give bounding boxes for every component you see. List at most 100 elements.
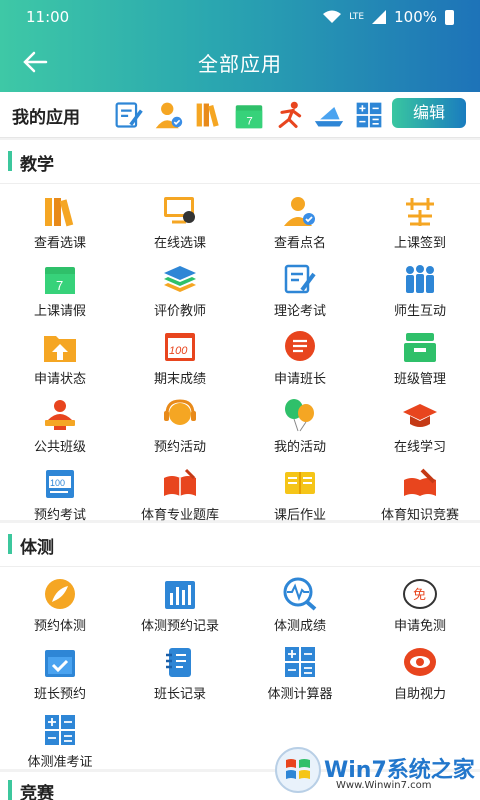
app-grid: 查看选课 在线选课 查看点名 上课签到 7 上课请假 评价教师 理论考试 师生互 xyxy=(0,184,480,530)
section-accent-bar xyxy=(8,534,12,554)
app-label: 体育专业题库 xyxy=(140,508,219,523)
app-label: 师生互动 xyxy=(393,304,446,319)
group-icon xyxy=(406,265,434,293)
upload-folder-icon xyxy=(44,336,76,362)
section-teaching: 教学 查看选课 在线选课 查看点名 上课签到 7 上课请假 评价教师 理论考试 xyxy=(0,140,480,523)
watermark: Win7系统之家 Www.Winwin7.com xyxy=(274,746,475,796)
windows-logo-icon xyxy=(275,747,321,793)
ship-icon[interactable] xyxy=(312,100,346,130)
app-fitness-booking-records[interactable]: 体测预约记录 xyxy=(120,573,240,641)
lecturer-icon xyxy=(45,400,75,430)
app-fitness-calculator[interactable]: 体测计算器 xyxy=(240,641,360,709)
app-book-activity[interactable]: 预约活动 xyxy=(120,394,240,462)
app-label: 体育知识竞赛 xyxy=(380,508,459,523)
app-label: 上课请假 xyxy=(33,304,86,319)
app-label: 体测成绩 xyxy=(273,619,326,634)
app-label: 申请免测 xyxy=(393,619,446,634)
app-label: 在线学习 xyxy=(393,440,446,455)
notebook-icon xyxy=(285,472,315,494)
app-my-activities[interactable]: 我的活动 xyxy=(240,394,360,462)
app-label: 体测准考证 xyxy=(27,755,93,770)
app-self-vision-test[interactable]: 自助视力 xyxy=(360,641,480,709)
pulse-search-icon xyxy=(283,577,317,611)
app-monitor-booking[interactable]: 班长预约 xyxy=(0,641,120,709)
calendar-7-icon[interactable]: 7 xyxy=(232,100,266,130)
app-online-learning[interactable]: 在线学习 xyxy=(360,394,480,462)
network-label: LTE xyxy=(349,12,365,22)
app-label: 公共班级 xyxy=(33,440,86,455)
layers-icon xyxy=(164,266,196,292)
app-label: 查看选课 xyxy=(33,236,86,251)
app-label: 上课签到 xyxy=(393,236,446,251)
app-pe-question-bank[interactable]: 体育专业题库 xyxy=(120,462,240,530)
book-pen-icon xyxy=(404,468,436,496)
section-header: 教学 xyxy=(0,140,480,184)
app-label: 课后作业 xyxy=(273,508,326,523)
app-fitness-admission-ticket[interactable]: 体测准考证 xyxy=(0,709,120,777)
app-label: 体测预约记录 xyxy=(140,619,219,634)
section-header: 体测 xyxy=(0,523,480,567)
runner-icon[interactable] xyxy=(272,100,306,130)
screen-icon xyxy=(164,197,195,224)
books-icon[interactable] xyxy=(192,100,226,130)
edit-button[interactable]: 编辑 xyxy=(392,98,466,128)
app-theory-exam[interactable]: 理论考试 xyxy=(240,258,360,326)
app-monitor-records[interactable]: 班长记录 xyxy=(120,641,240,709)
app-label: 在线选课 xyxy=(153,236,206,251)
my-apps-icons: 7 xyxy=(112,100,386,130)
app-apply-monitor[interactable]: 申请班长 xyxy=(240,326,360,394)
page-title: 全部应用 xyxy=(198,52,282,76)
drawer-icon xyxy=(404,333,436,362)
user-check-icon[interactable] xyxy=(152,100,186,130)
section-title: 体测 xyxy=(20,538,54,558)
app-view-courses[interactable]: 查看选课 xyxy=(0,190,120,258)
app-view-roll-call[interactable]: 查看点名 xyxy=(240,190,360,258)
app-class-management[interactable]: 班级管理 xyxy=(360,326,480,394)
app-application-status[interactable]: 申请状态 xyxy=(0,326,120,394)
app-label: 预约考试 xyxy=(33,508,86,523)
svg-text:100: 100 xyxy=(50,478,65,488)
eye-icon xyxy=(404,648,436,676)
battery-icon xyxy=(445,9,454,25)
books-icon xyxy=(45,198,74,227)
app-final-grades[interactable]: 100 期末成绩 xyxy=(120,326,240,394)
app-book-exam[interactable]: 100 预约考试 xyxy=(0,462,120,530)
sign-icon xyxy=(406,198,434,226)
watermark-url: Www.Winwin7.com xyxy=(336,780,432,791)
status-bar: 11:00 LTE 100% xyxy=(0,0,480,34)
app-class-check-in[interactable]: 上课签到 xyxy=(360,190,480,258)
user-check-icon xyxy=(284,197,315,226)
app-label: 查看点名 xyxy=(273,236,326,251)
app-label: 自助视力 xyxy=(393,687,446,702)
svg-text:100: 100 xyxy=(169,345,188,357)
app-label: 理论考试 xyxy=(273,304,326,319)
app-homework[interactable]: 课后作业 xyxy=(240,462,360,530)
app-online-course-selection[interactable]: 在线选课 xyxy=(120,190,240,258)
signal-icon xyxy=(372,10,387,24)
app-label: 申请状态 xyxy=(33,372,86,387)
status-time: 11:00 xyxy=(26,8,70,26)
section-title: 竞赛 xyxy=(20,784,54,800)
app-fitness-scores[interactable]: 体测成绩 xyxy=(240,573,360,641)
my-apps-bar: 我的应用 7 编辑 xyxy=(0,92,480,138)
app-label: 班级管理 xyxy=(393,372,446,387)
calendar-check-icon xyxy=(45,650,75,677)
app-label: 体测计算器 xyxy=(267,687,333,702)
app-book-fitness-test[interactable]: 预约体测 xyxy=(0,573,120,641)
exam-edit-icon xyxy=(284,264,316,294)
exam-edit-icon[interactable] xyxy=(112,100,146,130)
app-label: 我的活动 xyxy=(273,440,326,455)
calculator-icon[interactable] xyxy=(352,100,386,130)
app-teacher-student-interaction[interactable]: 师生互动 xyxy=(360,258,480,326)
app-class-leave[interactable]: 7 上课请假 xyxy=(0,258,120,326)
open-book-icon xyxy=(164,468,196,496)
status-right: LTE 100% xyxy=(323,8,454,26)
balloons-icon xyxy=(285,399,314,432)
bar-chart-icon xyxy=(165,581,195,609)
app-label: 预约活动 xyxy=(153,440,206,455)
app-evaluate-teacher[interactable]: 评价教师 xyxy=(120,258,240,326)
app-public-class[interactable]: 公共班级 xyxy=(0,394,120,462)
app-pe-knowledge-contest[interactable]: 体育知识竞赛 xyxy=(360,462,480,530)
app-apply-exemption[interactable]: 免 申请免测 xyxy=(360,573,480,641)
svg-text:免: 免 xyxy=(413,588,426,603)
